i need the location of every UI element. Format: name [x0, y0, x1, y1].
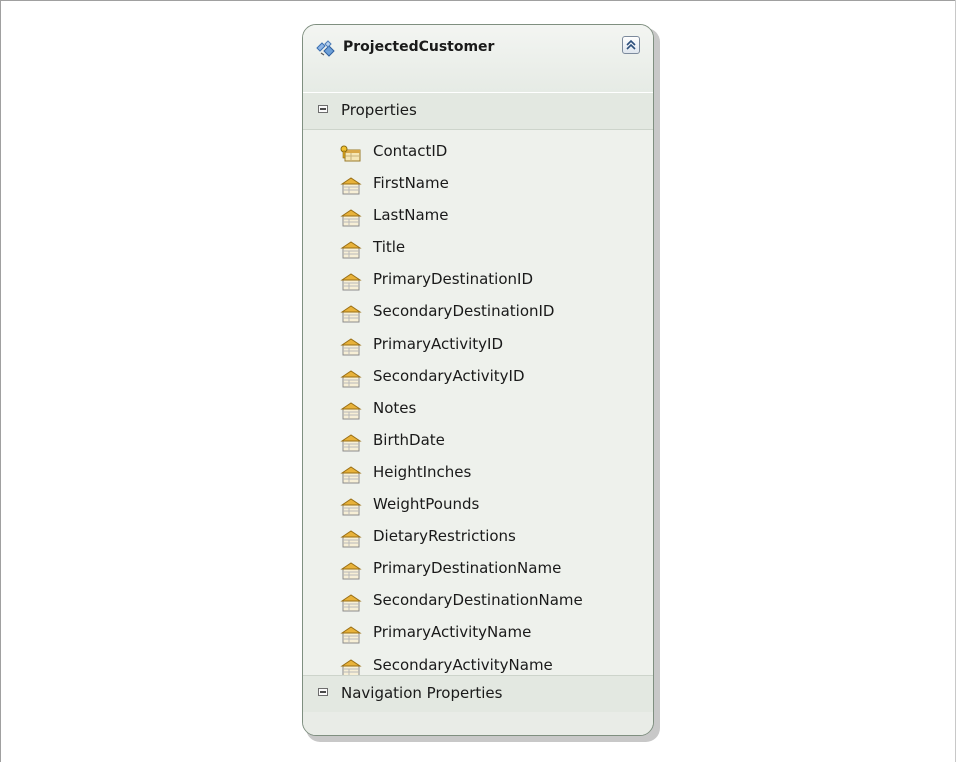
- key-property-icon: [340, 142, 362, 162]
- property-list: ContactID FirstName LastName Title PrimaryDe…: [303, 135, 653, 681]
- property-item[interactable]: PrimaryDestinationName: [303, 552, 653, 584]
- property-item[interactable]: PrimaryActivityID: [303, 328, 653, 360]
- double-chevron-up-icon: [626, 39, 636, 50]
- property-label: PrimaryDestinationID: [373, 270, 534, 289]
- collapse-entity-button[interactable]: [622, 36, 640, 54]
- property-label: PrimaryDestinationName: [373, 559, 562, 578]
- canvas-left-border: [0, 0, 1, 762]
- property-item[interactable]: FirstName: [303, 167, 653, 199]
- property-icon: [340, 270, 362, 291]
- property-label: HeightInches: [373, 462, 472, 481]
- property-icon: [340, 591, 362, 612]
- property-label: DietaryRestrictions: [373, 527, 516, 546]
- property-item[interactable]: Notes: [303, 392, 653, 424]
- property-icon: [340, 527, 362, 548]
- property-item[interactable]: PrimaryActivityName: [303, 616, 653, 648]
- property-label: LastName: [373, 206, 449, 225]
- designer-canvas[interactable]: ProjectedCustomer Properties ContactID Fi…: [0, 0, 956, 762]
- navigation-properties-section-header[interactable]: Navigation Properties: [303, 675, 653, 713]
- property-label: ContactID: [373, 142, 448, 160]
- property-label: Notes: [373, 398, 417, 417]
- property-label: SecondaryActivityID: [373, 366, 525, 385]
- property-label: BirthDate: [373, 430, 445, 449]
- property-icon: [340, 431, 362, 452]
- property-item[interactable]: WeightPounds: [303, 488, 653, 520]
- property-item[interactable]: SecondaryDestinationName: [303, 584, 653, 616]
- property-item[interactable]: SecondaryDestinationID: [303, 295, 653, 327]
- property-icon: [340, 206, 362, 227]
- property-label: SecondaryDestinationName: [373, 591, 583, 610]
- navigation-properties-section-label: Navigation Properties: [341, 684, 503, 702]
- minus-box-icon[interactable]: [318, 105, 328, 113]
- property-item[interactable]: HeightInches: [303, 456, 653, 488]
- property-icon: [340, 238, 362, 259]
- property-icon: [340, 174, 362, 195]
- property-item[interactable]: PrimaryDestinationID: [303, 263, 653, 295]
- property-label: PrimaryActivityName: [373, 623, 532, 642]
- entity-footer: [303, 712, 653, 735]
- property-item[interactable]: SecondaryActivityID: [303, 360, 653, 392]
- property-icon: [340, 656, 362, 676]
- property-icon: [340, 335, 362, 356]
- properties-section-label: Properties: [341, 101, 417, 119]
- property-item[interactable]: Title: [303, 231, 653, 263]
- property-label: PrimaryActivityID: [373, 334, 504, 353]
- property-label: Title: [373, 238, 406, 257]
- property-label: SecondaryDestinationID: [373, 302, 555, 321]
- property-label: FirstName: [373, 174, 449, 193]
- property-item[interactable]: LastName: [303, 199, 653, 231]
- property-item[interactable]: BirthDate: [303, 424, 653, 456]
- entity-type-icon: [315, 39, 337, 59]
- canvas-top-border: [0, 0, 956, 1]
- property-label: WeightPounds: [373, 495, 480, 514]
- property-icon: [340, 623, 362, 644]
- entity-title: ProjectedCustomer: [343, 39, 495, 55]
- property-item[interactable]: DietaryRestrictions: [303, 520, 653, 552]
- property-icon: [340, 559, 362, 580]
- minus-box-icon[interactable]: [318, 688, 328, 696]
- property-item[interactable]: ContactID: [303, 135, 653, 167]
- property-icon: [340, 367, 362, 388]
- properties-section-header[interactable]: Properties: [303, 92, 653, 130]
- property-icon: [340, 399, 362, 420]
- entity-shape[interactable]: ProjectedCustomer Properties ContactID Fi…: [302, 24, 654, 736]
- property-icon: [340, 302, 362, 323]
- entity-header[interactable]: ProjectedCustomer: [303, 25, 653, 93]
- property-icon: [340, 463, 362, 484]
- property-icon: [340, 495, 362, 516]
